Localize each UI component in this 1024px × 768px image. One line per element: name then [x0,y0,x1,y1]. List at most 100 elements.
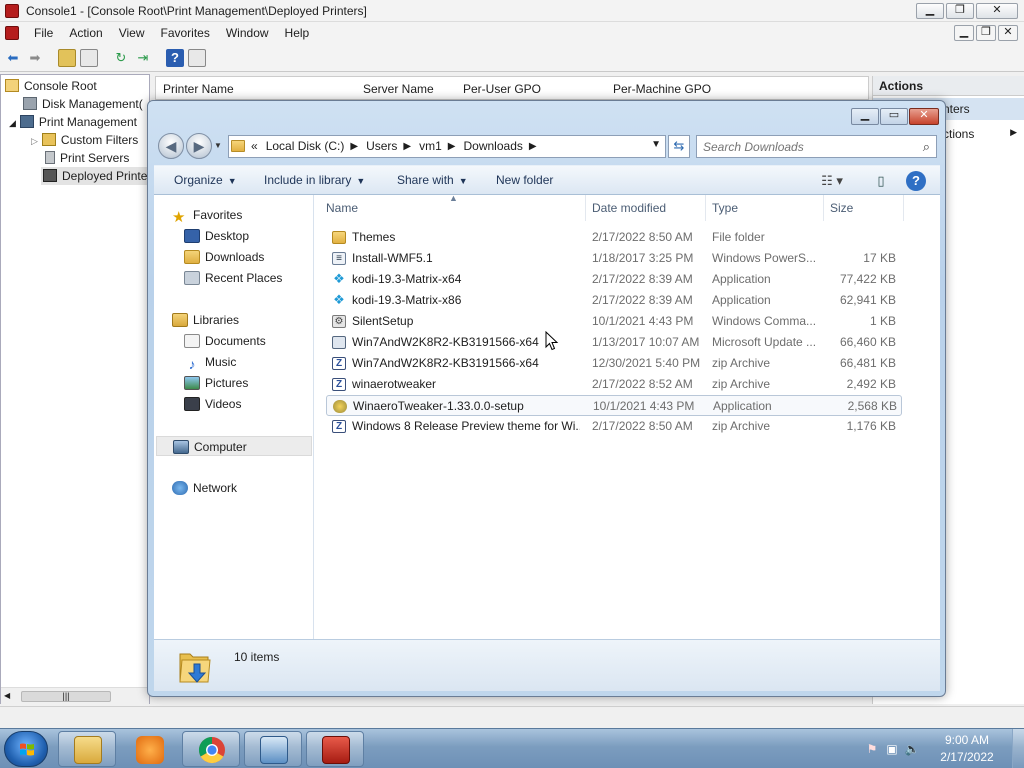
nav-recent-places[interactable]: Recent Places [184,268,282,288]
breadcrumb-local-disk[interactable]: Local Disk (C:) [266,139,345,153]
breadcrumb-separator-icon[interactable]: ▶ [403,141,411,152]
start-button[interactable] [4,731,48,767]
network-tray-icon[interactable]: ▣ [884,742,900,756]
explorer-close-button[interactable]: ✕ [909,108,939,125]
taskbar-windows-explorer[interactable] [58,731,116,767]
scrollbar-thumb[interactable]: ||| [21,691,111,702]
tree-disk-management[interactable]: Disk Management( [23,95,143,113]
nav-documents[interactable]: Documents [184,331,266,351]
file-row[interactable]: ❖ kodi-19.3-Matrix-x86 2/17/2022 8:39 AM Ap… [326,290,902,311]
refresh-button[interactable]: ⇆ [668,135,690,158]
nav-libraries[interactable]: Libraries [172,310,239,330]
menu-action[interactable]: Action [61,26,110,40]
help-icon[interactable]: ? [906,171,926,191]
search-box[interactable]: ⌕ [696,135,937,158]
minimize-button[interactable]: ▁ [916,3,944,19]
breadcrumb-downloads[interactable]: Downloads [464,139,523,153]
nav-computer[interactable]: Computer [156,436,312,456]
breadcrumb-users[interactable]: Users [366,139,397,153]
scroll-left-icon[interactable]: ◀ [4,691,10,700]
file-row[interactable]: WinaeroTweaker-1.33.0.0-setup 10/1/2021 4… [326,395,902,416]
nav-desktop[interactable]: Desktop [184,226,249,246]
taskbar-remote-desktop[interactable] [244,731,302,767]
menu-favorites[interactable]: Favorites [153,26,218,40]
breadcrumb-vm1[interactable]: vm1 [419,139,442,153]
breadcrumb-overflow[interactable]: « [251,139,258,153]
file-row[interactable]: Z Win7AndW2K8R2-KB3191566-x64 12/30/2021 5… [326,353,902,374]
file-row[interactable]: Z Windows 8 Release Preview theme for Wi.… [326,416,902,437]
volume-icon[interactable]: 🔈 [904,742,920,756]
back-arrow-icon[interactable]: ⬅ [4,49,22,67]
breadcrumb-separator-icon[interactable]: ▶ [448,141,456,152]
search-input[interactable] [703,139,903,155]
tree-print-servers[interactable]: Print Servers [45,149,129,167]
new-folder-button[interactable]: New folder [496,173,553,187]
share-with-button[interactable]: Share with ▼ [397,173,468,187]
taskbar-chrome[interactable] [182,731,240,767]
tree-horizontal-scrollbar[interactable]: ◀ ||| [1,687,149,704]
expand-triangle-icon[interactable]: ◢ [9,118,16,128]
col-per-machine-gpo[interactable]: Per-Machine GPO [613,82,711,96]
explorer-maximize-button[interactable]: ▭ [880,108,908,125]
action-center-alert-icon[interactable]: ⚑ [864,742,880,756]
tree-custom-filters[interactable]: ▷ Custom Filters [31,131,138,149]
collapse-triangle-icon[interactable]: ▷ [31,136,38,146]
tree-print-management[interactable]: ◢ Print Management [9,113,137,131]
col-size[interactable]: Size [824,195,904,221]
col-per-user-gpo[interactable]: Per-User GPO [463,82,541,96]
clock-time[interactable]: 9:00 AM [932,733,1002,747]
tree-console-root[interactable]: Console Root [5,77,97,95]
search-icon[interactable]: ⌕ [923,139,930,155]
col-server-name[interactable]: Server Name [363,82,434,96]
help-icon[interactable]: ? [166,49,184,67]
include-in-library-button[interactable]: Include in library ▼ [264,173,365,187]
col-printer-name[interactable]: Printer Name [163,82,234,96]
tree-deployed-printers[interactable]: Deployed Printe [41,167,149,185]
clock-date[interactable]: 2/17/2022 [932,750,1002,764]
nav-network[interactable]: Network [172,478,237,498]
organize-button[interactable]: Organize ▼ [174,173,237,187]
show-desktop-button[interactable] [1012,729,1024,768]
file-row[interactable]: Themes 2/17/2022 8:50 AM File folder [326,227,902,248]
export-list-icon[interactable]: ⇥ [134,49,152,67]
nav-videos[interactable]: Videos [184,394,241,414]
preview-pane-icon[interactable]: ▯ [870,171,892,191]
nav-pictures[interactable]: Pictures [184,373,248,393]
nav-music[interactable]: ♪ Music [184,352,237,372]
col-type[interactable]: Type [706,195,824,221]
back-button[interactable]: ◀ [158,133,184,159]
change-view-icon[interactable]: ☷ ▾ [812,171,852,191]
address-bar[interactable]: « Local Disk (C:) ▶ Users ▶ vm1 ▶ Downlo… [228,135,666,158]
actions-header: Actions [873,76,1024,96]
menu-view[interactable]: View [111,26,153,40]
file-row[interactable]: ≡ Install-WMF5.1 1/18/2017 3:25 PM Windows … [326,248,902,269]
close-button[interactable]: ✕ [976,3,1018,19]
up-folder-icon[interactable] [58,49,76,67]
child-close-button[interactable]: ✕ [998,25,1018,41]
menu-file[interactable]: File [26,26,61,40]
file-row[interactable]: Zwinaerotweaker 2/17/2022 8:52 AM zip Arch… [326,374,902,395]
menu-help[interactable]: Help [277,26,318,40]
child-minimize-button[interactable]: ▁ [954,25,974,41]
breadcrumb-separator-icon[interactable]: ▶ [529,141,537,152]
menu-window[interactable]: Window [218,26,277,40]
file-row[interactable]: ⚙ SilentSetup 10/1/2021 4:43 PM Windows Com… [326,311,902,332]
file-row[interactable]: ❖ kodi-19.3-Matrix-x64 2/17/2022 8:39 AM Ap… [326,269,902,290]
nav-downloads[interactable]: Downloads [184,247,264,267]
forward-arrow-icon[interactable]: ➡ [26,49,44,67]
show-tree-icon[interactable] [80,49,98,67]
recent-pages-arrow-icon[interactable]: ▼ [214,141,222,150]
show-action-pane-icon[interactable] [188,49,206,67]
child-restore-button[interactable]: ❐ [976,25,996,41]
file-row[interactable]: Win7AndW2K8R2-KB3191566-x64 1/13/2017 10:… [326,332,902,353]
refresh-icon[interactable]: ↻ [112,49,130,67]
taskbar-computer-management[interactable] [306,731,364,767]
forward-button[interactable]: ▶ [186,133,212,159]
nav-favorites[interactable]: ★ Favorites [172,205,242,225]
restore-button[interactable]: ❐ [946,3,974,19]
explorer-minimize-button[interactable]: ▁ [851,108,879,125]
address-dropdown-icon[interactable]: ▼ [651,139,661,150]
taskbar-media-player[interactable] [120,731,178,767]
col-date-modified[interactable]: Date modified [586,195,706,221]
breadcrumb-separator-icon[interactable]: ▶ [350,141,358,152]
